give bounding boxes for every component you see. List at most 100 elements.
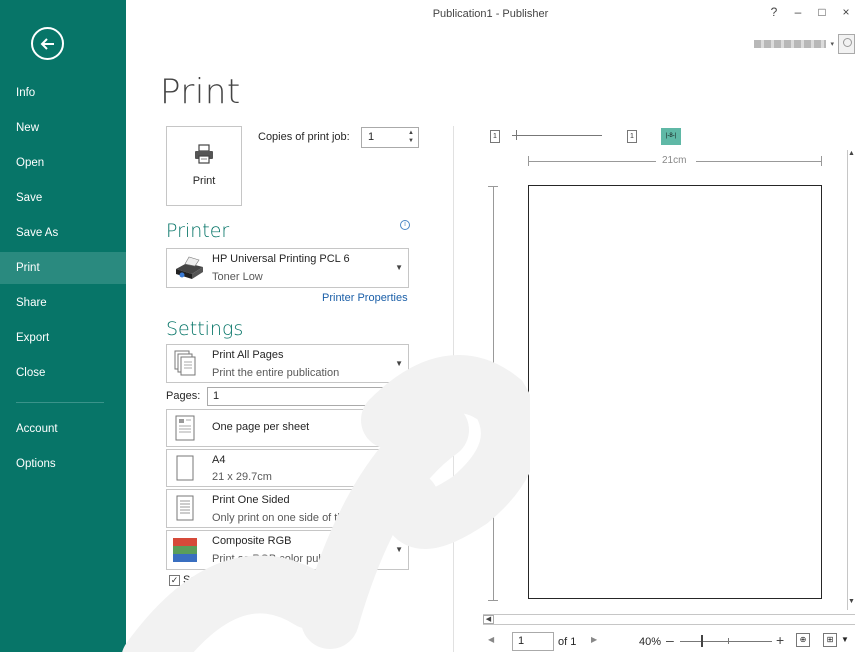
maximize-button[interactable]: □ — [817, 5, 827, 19]
previous-page-icon[interactable]: ◀ — [488, 635, 494, 644]
print-range-title: Print All Pages — [212, 349, 284, 361]
nav-save[interactable]: Save — [0, 182, 126, 214]
back-button[interactable] — [31, 27, 64, 60]
nav-info[interactable]: Info — [0, 77, 126, 109]
page-title: Print — [160, 72, 241, 112]
nav-account[interactable]: Account — [0, 413, 126, 445]
fit-page-icon[interactable]: ⊕ — [796, 633, 810, 647]
layout-dropdown[interactable]: One page per sheet ▼ — [166, 409, 409, 447]
nav-share[interactable]: Share — [0, 287, 126, 319]
nav-save-as[interactable]: Save As — [0, 217, 126, 249]
next-page-icon[interactable]: ▶ — [591, 635, 597, 644]
zoom-slider-midpoint — [728, 638, 729, 644]
user-name — [754, 40, 827, 48]
one-sided-icon — [176, 495, 194, 521]
single-page-layout-icon — [175, 415, 195, 441]
info-icon[interactable]: i — [400, 220, 410, 230]
color-title: Composite RGB — [212, 535, 292, 547]
paper-size-title: A4 — [212, 454, 226, 466]
sides-title: Print One Sided — [212, 494, 290, 506]
ruler-guide-mark — [516, 130, 517, 140]
print-preview-page — [528, 185, 822, 599]
print-button[interactable]: Print — [166, 126, 242, 206]
scroll-up-icon[interactable]: ▲ — [848, 150, 855, 157]
user-account[interactable]: ▾ — [754, 34, 855, 54]
scroll-left-icon[interactable]: ◀ — [483, 615, 494, 624]
back-arrow-icon — [40, 37, 54, 50]
layout-title: One page per sheet — [212, 421, 310, 433]
chevron-down-icon: ▼ — [395, 463, 403, 472]
save-settings-label: Save settings with publication — [183, 574, 328, 586]
ruler-height-label: 29.7cm — [492, 371, 504, 404]
current-page-input[interactable]: 1 — [512, 632, 554, 651]
chevron-down-icon[interactable]: ▼ — [841, 635, 849, 644]
nav-open[interactable]: Open — [0, 147, 126, 179]
nav-divider — [16, 402, 104, 403]
paper-size-icon — [176, 455, 194, 481]
close-button[interactable]: × — [841, 5, 851, 19]
help-button[interactable]: ? — [769, 5, 779, 19]
checkmark-icon[interactable]: ✓ — [169, 574, 180, 586]
backstage-sidebar: Info New Open Save Save As Print Share E… — [0, 0, 126, 652]
sides-subtitle: Only print on one side of the sheet — [212, 512, 380, 524]
preview-navigation: ◀ 1 of 1 ▶ 40% – + ⊕ ⊞ ▼ — [483, 632, 855, 652]
zoom-level: 40% — [639, 636, 662, 648]
nav-new[interactable]: New — [0, 112, 126, 144]
horizontal-ruler: 21cm — [528, 155, 823, 167]
printer-icon — [195, 144, 213, 164]
page-marker-icon[interactable]: 1 — [627, 130, 637, 143]
multiple-pages-icon[interactable]: ⊞ — [823, 633, 837, 647]
zoom-slider[interactable] — [680, 641, 772, 642]
copies-value: 1 — [368, 131, 375, 143]
pages-label: Pages: — [166, 390, 201, 402]
print-range-subtitle: Print the entire publication — [212, 367, 340, 379]
printer-name: HP Universal Printing PCL 6 — [212, 253, 350, 265]
avatar — [838, 34, 855, 54]
horizontal-scrollbar[interactable]: ◀ — [483, 614, 855, 625]
column-divider — [453, 126, 454, 652]
paper-size-subtitle: 21 x 29.7cm — [212, 471, 272, 483]
page-count: of 1 — [558, 636, 577, 648]
save-settings-checkbox[interactable]: ✓ Save settings with publication — [169, 574, 327, 586]
zoom-out-button[interactable]: – — [666, 632, 674, 648]
zoom-slider-thumb[interactable] — [701, 635, 703, 647]
chevron-down-icon: ▼ — [395, 263, 403, 272]
print-button-label: Print — [192, 175, 216, 187]
color-subtitle: Print as RGB color publication. — [212, 553, 362, 565]
chevron-down-icon: ▾ — [830, 41, 834, 48]
paper-size-dropdown[interactable]: A4 21 x 29.7cm ▼ — [166, 449, 409, 487]
spin-arrows-icon[interactable]: ▲ ▼ — [406, 129, 416, 145]
chevron-down-icon: ▼ — [395, 423, 403, 432]
minimize-button[interactable]: – — [793, 5, 803, 19]
print-range-dropdown[interactable]: Print All Pages Print the entire publica… — [166, 344, 409, 383]
nav-close[interactable]: Close — [0, 357, 126, 389]
nav-options[interactable]: Options — [0, 448, 126, 480]
vertical-scrollbar[interactable]: ▲ ▼ — [847, 150, 855, 610]
printer-properties-link[interactable]: Printer Properties — [322, 292, 408, 304]
chevron-down-icon: ▼ — [395, 504, 403, 513]
printer-dropdown[interactable]: HP Universal Printing PCL 6 Toner Low ▼ — [166, 248, 409, 288]
title-bar: Publication1 - Publisher ? – □ × — [126, 0, 855, 30]
chevron-down-icon: ▼ — [395, 545, 403, 554]
color-dropdown[interactable]: Composite RGB Print as RGB color publica… — [166, 530, 409, 570]
pages-input[interactable]: 1 — [207, 387, 396, 406]
nav-print[interactable]: Print — [0, 252, 126, 284]
ruler-width-label: 21cm — [662, 155, 687, 166]
nav-export[interactable]: Export — [0, 322, 126, 354]
vertical-ruler: 29.7cm — [488, 186, 504, 601]
printer-status: Toner Low — [212, 271, 263, 283]
window-controls: ? – □ × — [769, 5, 851, 19]
sides-dropdown[interactable]: Print One Sided Only print on one side o… — [166, 489, 409, 528]
pages-stack-icon — [174, 350, 196, 376]
page-marker-icon[interactable]: 1 — [490, 130, 500, 143]
ruler-icons: 1 1 |-8-| — [490, 128, 690, 148]
zoom-in-button[interactable]: + — [776, 632, 784, 648]
window-title: Publication1 - Publisher — [432, 8, 549, 20]
printer-device-icon — [176, 256, 203, 279]
printer-heading: Printer — [166, 220, 230, 242]
info-icon[interactable]: i — [400, 392, 410, 402]
scroll-down-icon[interactable]: ▼ — [848, 598, 855, 605]
ruler-toggle-icon[interactable]: |-8-| — [661, 128, 681, 145]
copies-stepper[interactable]: 1 ▲ ▼ — [361, 127, 419, 148]
copies-label: Copies of print job: — [258, 131, 350, 143]
